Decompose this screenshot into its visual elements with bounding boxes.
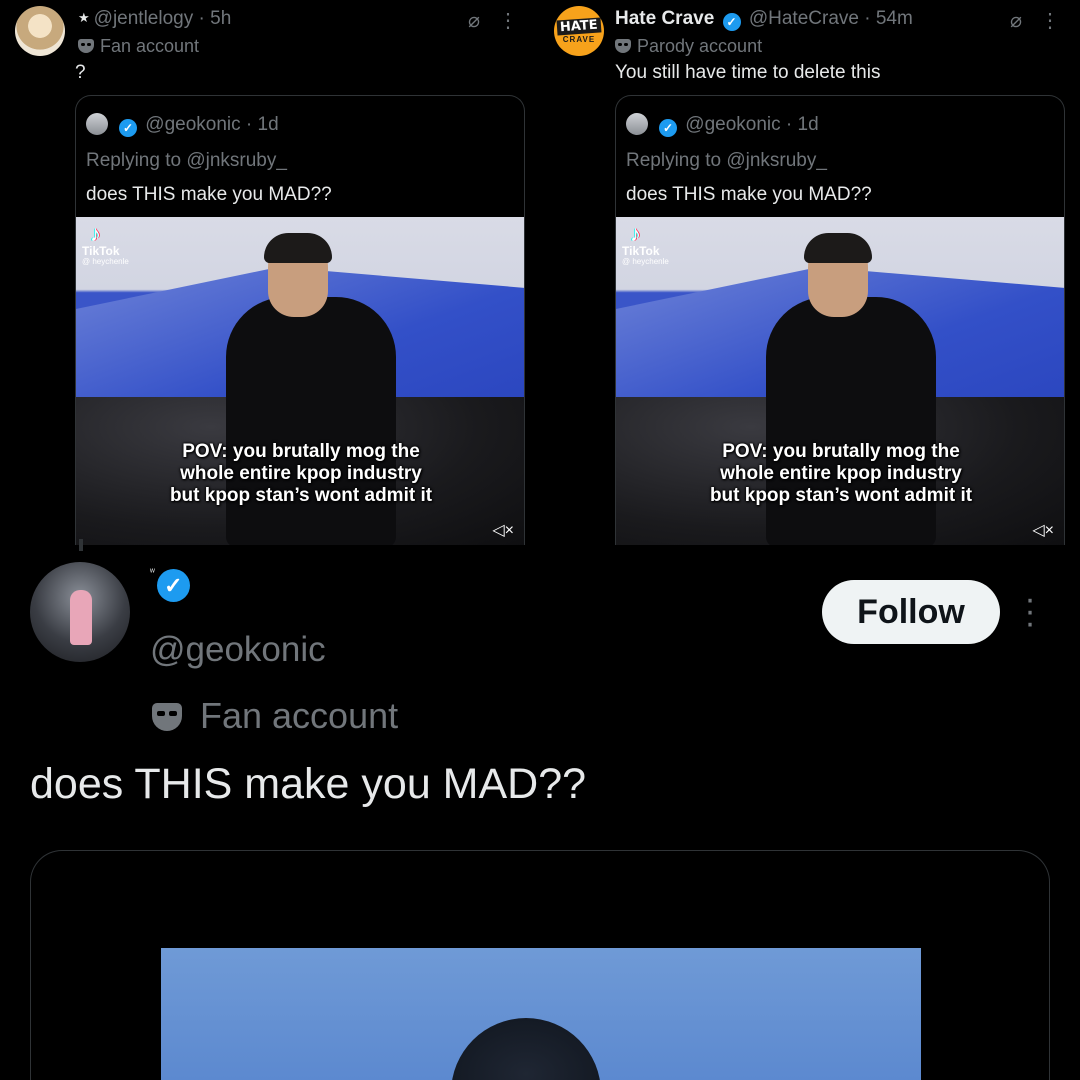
tweet-hatecrave[interactable]: HATE CRAVE Hate Crave ✓ @HateCrave · 54m… (540, 0, 1080, 545)
video-media[interactable]: ♪ TikTok @ heychenle POV: you brutally m… (76, 217, 524, 545)
caption-line: but kpop stan’s wont admit it (169, 485, 433, 506)
mask-icon (615, 39, 631, 53)
caption-line: POV: you brutally mog the (722, 441, 960, 462)
quote-tweet-card[interactable]: ✓ @geokonic · 1d Replying to @jnksruby_ … (75, 95, 525, 545)
tweet-text: You still have time to delete this (615, 62, 881, 83)
handle[interactable]: @HateCrave (749, 8, 859, 29)
tweet-actions: ⌀ ⋮ (1010, 8, 1078, 33)
display-name-glyph[interactable]: ʷ (150, 567, 155, 578)
quote-text: does THIS make you MAD?? (626, 184, 872, 205)
avatar (626, 113, 648, 135)
handle[interactable]: @geokonic (150, 630, 326, 670)
tweet-text: does THIS make you MAD?? (30, 760, 587, 808)
mask-icon (78, 39, 94, 53)
tiktok-label: TikTok (82, 244, 120, 258)
avatar-figure (70, 590, 92, 645)
replying-to: Replying to @jnksruby_ (626, 150, 827, 171)
account-label: Parody account (615, 36, 762, 57)
main-tweet-geokonic[interactable]: ʷ✓ @geokonic Fan account does THIS make … (0, 545, 1080, 1080)
avatar[interactable]: HATE CRAVE (554, 6, 604, 56)
handle[interactable]: @jentlelogy (94, 8, 194, 29)
account-label-text: Fan account (100, 36, 200, 56)
avatar[interactable] (30, 562, 130, 662)
main-video-thumbnail[interactable] (161, 948, 921, 1080)
mute-icon[interactable]: ◁× (492, 520, 514, 540)
tiktok-handle: @ heychenle (622, 257, 669, 266)
quote-header: ✓ @geokonic · 1d (626, 113, 819, 137)
tiktok-handle: @ heychenle (82, 257, 129, 266)
more-icon[interactable]: ⋮ (498, 8, 518, 33)
tiktok-watermark: ♪ TikTok @ heychenle (622, 223, 669, 266)
avatar (86, 113, 108, 135)
star-icon: ★ (78, 10, 90, 25)
tweet-text: ? (75, 62, 86, 83)
video-person-hair (451, 1018, 601, 1080)
quote-timestamp: 1d (257, 114, 279, 135)
account-label: Fan account (152, 695, 398, 737)
video-person (766, 297, 936, 545)
quote-handle: @geokonic (685, 114, 781, 135)
more-icon[interactable]: · · · (1018, 582, 1042, 640)
display-name-row: ʷ✓ (150, 567, 190, 607)
account-label: Fan account (78, 36, 199, 57)
timestamp[interactable]: 5h (210, 8, 231, 29)
mask-icon (152, 703, 182, 731)
follow-button[interactable]: Follow (822, 580, 1000, 644)
verified-icon: ✓ (659, 119, 677, 137)
tiktok-icon: ♪ (90, 221, 101, 246)
tiktok-icon: ♪ (630, 221, 641, 246)
video-person-hair (264, 233, 332, 263)
replying-to: Replying to @jnksruby_ (86, 150, 287, 171)
caption-line: whole entire kpop industry (180, 463, 422, 484)
quote-text: does THIS make you MAD?? (86, 184, 332, 205)
quote-handle: @geokonic (145, 114, 241, 135)
grok-icon[interactable]: ⌀ (1010, 8, 1022, 33)
verified-icon: ✓ (156, 569, 190, 602)
tweet-header: Hate Crave ✓ @HateCrave · 54m (615, 8, 913, 31)
account-label-text: Parody account (637, 36, 763, 56)
verified-icon: ✓ (119, 119, 137, 137)
logo-text: HATE (556, 16, 602, 36)
video-caption: POV: you brutally mog the whole entire k… (76, 441, 524, 507)
hatecrave-logo: HATE CRAVE (556, 16, 602, 44)
avatar[interactable] (15, 6, 65, 56)
video-person (226, 297, 396, 545)
tweet-header: ★ @jentlelogy · 5h (78, 8, 232, 29)
main-media-card[interactable] (30, 850, 1050, 1080)
grok-icon[interactable]: ⌀ (468, 8, 480, 33)
caption-line: whole entire kpop industry (720, 463, 962, 484)
video-person-hair (804, 233, 872, 263)
mute-icon[interactable]: ◁× (1032, 520, 1054, 540)
more-icon[interactable]: ⋮ (1040, 8, 1060, 33)
tweet-actions: ⌀ ⋮ (468, 8, 536, 33)
display-name[interactable]: Hate Crave (615, 8, 714, 29)
verified-icon: ✓ (722, 13, 741, 31)
caption-line: but kpop stan’s wont admit it (709, 485, 973, 506)
video-media[interactable]: ♪ TikTok @ heychenle POV: you brutally m… (616, 217, 1064, 545)
logo-subtext: CRAVE (562, 34, 596, 44)
caption-line: POV: you brutally mog the (182, 441, 420, 462)
quote-header: ✓ @geokonic · 1d (86, 113, 279, 137)
tiktok-label: TikTok (622, 244, 660, 258)
quote-timestamp: 1d (797, 114, 819, 135)
video-caption: POV: you brutally mog the whole entire k… (616, 441, 1064, 507)
timestamp[interactable]: 54m (876, 8, 913, 29)
tweet-jentlelogy[interactable]: ★ @jentlelogy · 5h ⌀ ⋮ Fan account ? ✓ @ge… (0, 0, 540, 545)
tiktok-watermark: ♪ TikTok @ heychenle (82, 223, 129, 266)
account-label-text: Fan account (200, 695, 399, 736)
quote-tweet-card[interactable]: ✓ @geokonic · 1d Replying to @jnksruby_ … (615, 95, 1065, 545)
